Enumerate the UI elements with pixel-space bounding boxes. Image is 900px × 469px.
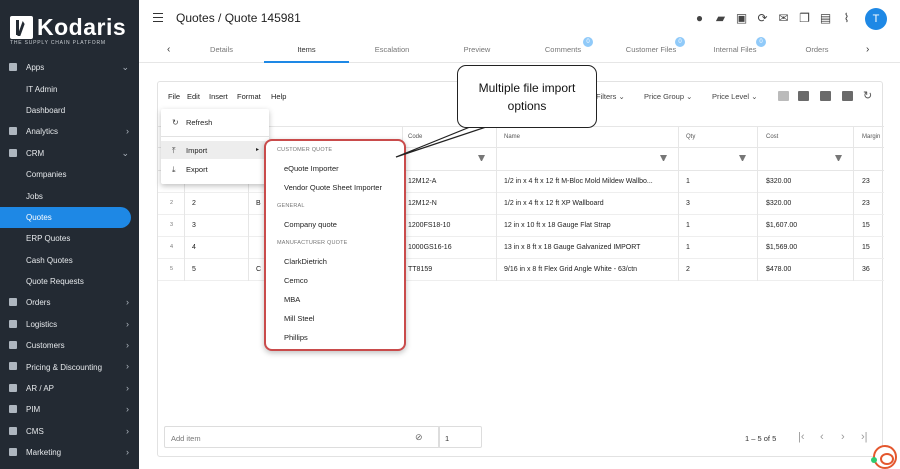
callout-pointer [395,126,487,158]
chat-widget-icon[interactable] [871,445,897,469]
online-status-dot [871,457,877,463]
annotation-callout: Multiple file import options [457,65,597,128]
callout-tail [395,126,487,158]
